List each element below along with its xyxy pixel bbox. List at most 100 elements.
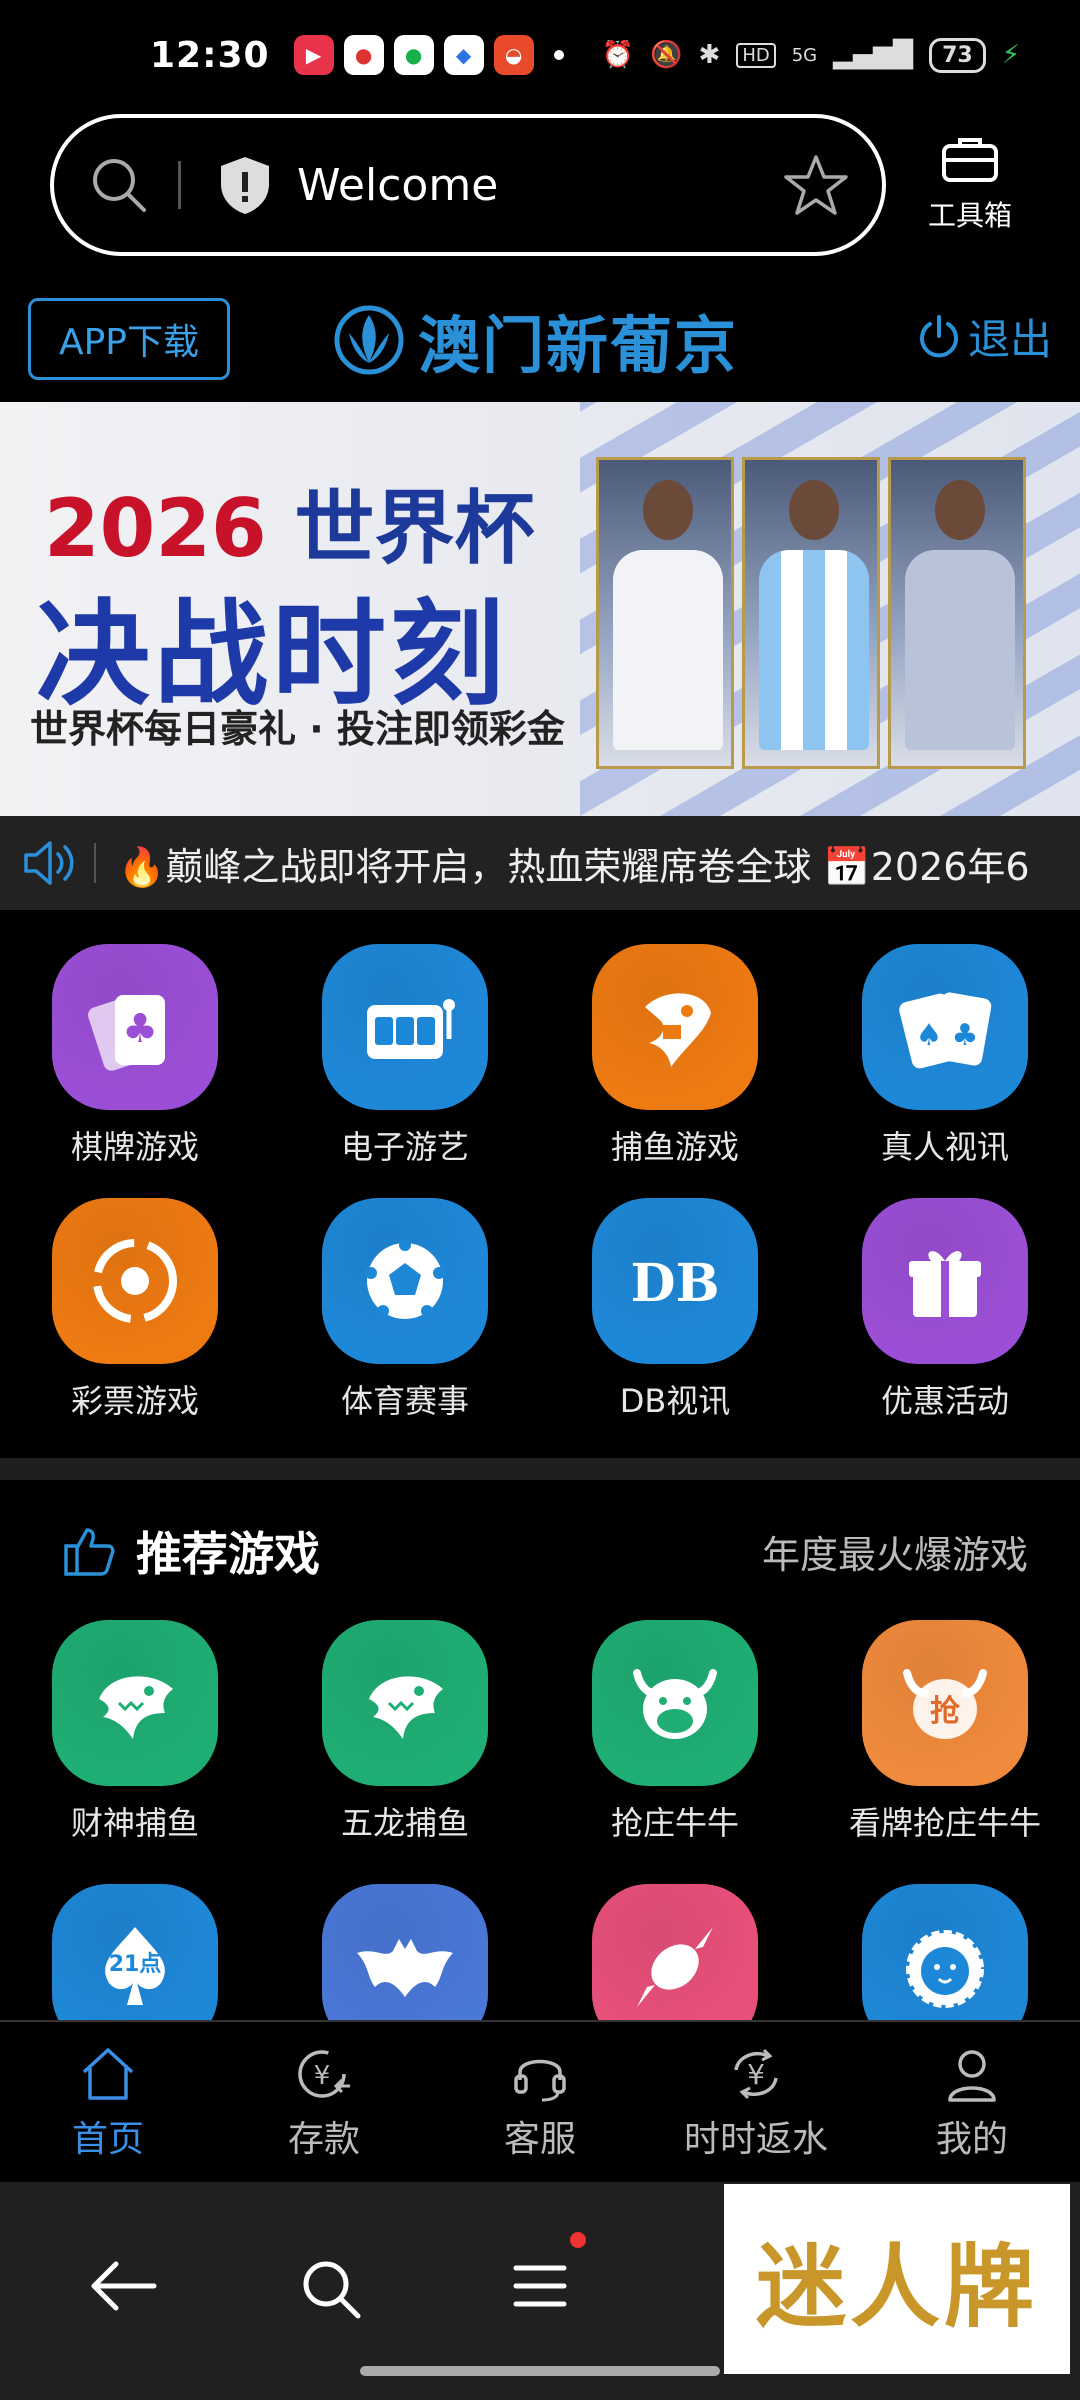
user-icon [948, 2050, 996, 2102]
logout-label: 退出 [967, 315, 1052, 364]
app-tile[interactable]: ♣ [52, 944, 218, 1110]
app-tile[interactable] [52, 1198, 218, 1364]
rebate-icon: ¥ [734, 2048, 778, 2100]
db-logo-icon: DB [630, 1253, 719, 1314]
grid-item[interactable]: 捕鱼游戏 [540, 944, 810, 1168]
app-tile[interactable]: DB [592, 1198, 758, 1364]
candy-icon [637, 1927, 713, 2007]
chat-app-icon: ● [393, 35, 434, 75]
recommended-subtitle[interactable]: 年度最火爆游戏 [762, 1524, 1028, 1579]
nav-item-label: 我的 [935, 2119, 1008, 2160]
shark-icon [99, 1676, 173, 1739]
browser-app-icon: ◆ [443, 35, 484, 75]
grid-item[interactable]: 抢庄牛牛 [540, 1620, 810, 1844]
bottom-nav: 首页 ¥ 存款 客服 ¥ 时时返水 我的 [0, 2020, 1080, 2182]
bull-icon [633, 1669, 717, 1739]
nav-item[interactable]: 首页 [0, 2022, 216, 2182]
deposit-icon: ¥ [298, 2050, 350, 2098]
logout-button[interactable]: 退出 [916, 306, 1052, 367]
cards-icon: ♣ [88, 995, 165, 1071]
grid-item-label: 电子游艺 [340, 1128, 469, 1166]
app-tile[interactable] [52, 1620, 218, 1786]
bookmark-star-icon[interactable] [784, 153, 848, 217]
app-tile[interactable] [322, 1198, 488, 1364]
search-icon[interactable] [88, 154, 150, 216]
app-download-button[interactable]: APP下载 [28, 298, 230, 380]
maps-app-icon: ● [343, 35, 384, 75]
app-tile[interactable] [322, 944, 488, 1110]
signal-icon: ▂▄▆█ [833, 40, 914, 70]
address-bar[interactable]: Welcome [50, 114, 886, 256]
back-arrow-icon[interactable] [88, 2256, 160, 2316]
grid-item[interactable]: 五龙捕鱼 [270, 1620, 540, 1844]
grid-item-label: 五龙捕鱼 [340, 1804, 469, 1842]
grid-item[interactable]: 优惠活动 [810, 1198, 1080, 1422]
grid-item[interactable] [810, 1884, 1080, 2020]
grid-item[interactable]: 体育赛事 [270, 1198, 540, 1422]
nav-item[interactable]: 我的 [864, 2022, 1080, 2182]
power-icon [919, 314, 958, 357]
nav-item[interactable]: ¥ 时时返水 [648, 2022, 864, 2182]
grid-item-label: 优惠活动 [880, 1382, 1009, 1420]
app-tile[interactable] [592, 1620, 758, 1786]
soccer-ball-icon [365, 1239, 445, 1319]
nav-item-label: 存款 [287, 2119, 360, 2160]
marquee-text: 🔥巅峰之战即将开启，热血荣耀席卷全球 📅2026年6 [118, 844, 1030, 889]
toolbox-button[interactable]: 工具箱 [914, 134, 1026, 234]
playing-cards-icon: ♠ ♣ [899, 992, 992, 1069]
grid-item-label: 抢庄牛牛 [610, 1804, 739, 1842]
announcement-marquee[interactable]: 🔥巅峰之战即将开启，热血荣耀席卷全球 📅2026年6 [0, 816, 1080, 910]
brand-logo[interactable]: 澳门新葡京 [334, 298, 738, 382]
url-text[interactable]: Welcome [297, 160, 498, 211]
grid-item[interactable]: 电子游艺 [270, 944, 540, 1168]
svg-text:♣: ♣ [122, 1006, 158, 1052]
app-tile[interactable] [322, 1884, 488, 2020]
food-app-icon: ◒ [493, 35, 534, 75]
app-tile[interactable] [592, 1884, 758, 2020]
grid-item[interactable]: ♣ 棋牌游戏 [0, 944, 270, 1168]
grid-item[interactable]: DB DB视讯 [540, 1198, 810, 1422]
grid-item[interactable]: 彩票游戏 [0, 1198, 270, 1422]
home-icon [82, 2048, 134, 2100]
promo-banner[interactable]: 2026 世界杯 决战时刻 世界杯每日豪礼 · 投注即领彩金 [0, 402, 1080, 816]
search-icon[interactable] [298, 2256, 364, 2322]
toolbox-label: 工具箱 [927, 199, 1012, 232]
app-tile[interactable] [322, 1620, 488, 1786]
player-image [888, 457, 1026, 769]
app-tile[interactable] [862, 1884, 1028, 2020]
app-tile[interactable]: 抢 [862, 1620, 1028, 1786]
brand-name: 澳门新葡京 [418, 309, 739, 382]
thumbs-up-icon [64, 1528, 115, 1576]
shield-icon[interactable] [217, 154, 273, 216]
menu-icon[interactable] [510, 2256, 570, 2316]
bat-icon [357, 1939, 453, 1997]
grid-item[interactable]: 抢看牌抢庄牛牛 [810, 1620, 1080, 1844]
app-tile[interactable] [592, 944, 758, 1110]
svg-text:¥: ¥ [314, 2061, 331, 2091]
nav-item-label: 客服 [503, 2119, 576, 2160]
nav-item-label: 首页 [71, 2119, 144, 2160]
app-tile[interactable]: 21点 [52, 1884, 218, 2020]
nav-item[interactable]: 客服 [432, 2022, 648, 2182]
recommended-header: 推荐游戏 年度最火爆游戏 [0, 1518, 1080, 1584]
system-icons: ⏰ 🔕 ✱ HD 5G ▂▄▆█ 73 ⚡ [602, 37, 1020, 73]
home-indicator[interactable] [360, 2366, 720, 2376]
app-tile[interactable]: ♠ ♣ [862, 944, 1028, 1110]
network-label: 5G [791, 44, 818, 66]
svg-text:DB: DB [630, 1253, 719, 1314]
recommended-title: 推荐游戏 [136, 1527, 320, 1581]
grid-item[interactable]: 财神捕鱼 [0, 1620, 270, 1844]
grid-item[interactable]: 21点 [0, 1884, 270, 2020]
grid-item[interactable]: ♠ ♣ 真人视讯 [810, 944, 1080, 1168]
app-tile[interactable] [862, 1198, 1028, 1364]
grid-item[interactable] [540, 1884, 810, 2020]
nav-item[interactable]: ¥ 存款 [216, 2022, 432, 2182]
address-separator [178, 161, 181, 209]
svg-text:21点: 21点 [109, 1951, 162, 1977]
player-image [596, 457, 734, 769]
svg-text:♣: ♣ [952, 1018, 979, 1053]
watermark-text: 迷人牌 [756, 2234, 1038, 2340]
grid-item[interactable] [270, 1884, 540, 2020]
lion-icon [906, 1930, 984, 2008]
banner-players [596, 457, 1026, 769]
